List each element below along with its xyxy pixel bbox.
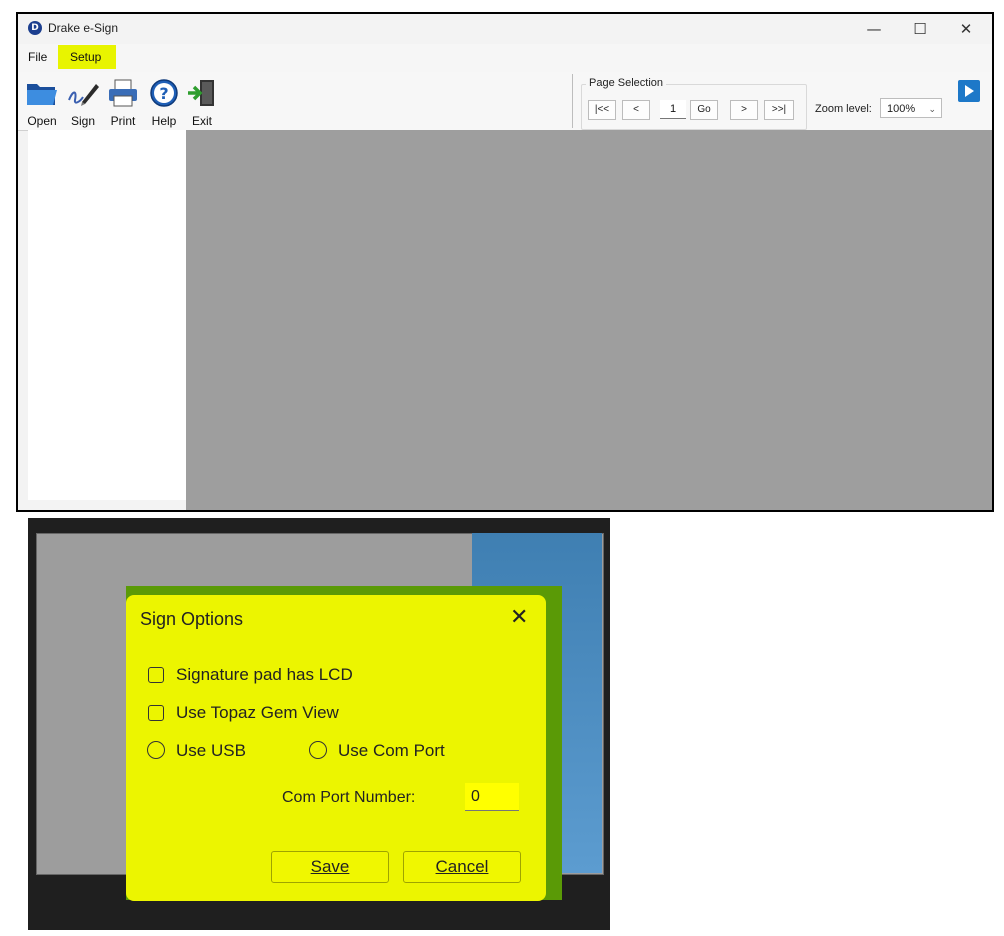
play-icon xyxy=(965,85,974,97)
zoom-level-value: 100% xyxy=(887,103,916,115)
sign-options-screenshot: Sign Options ✕ Signature pad has LCD Use… xyxy=(28,518,610,930)
exit-label: Exit xyxy=(191,114,212,128)
go-button[interactable]: Go xyxy=(690,100,718,120)
help-label: Help xyxy=(151,114,177,128)
sign-options-dialog: Sign Options ✕ Signature pad has LCD Use… xyxy=(126,595,546,901)
pen-signature-icon xyxy=(68,84,99,106)
chevron-down-icon: ⌄ xyxy=(928,104,936,114)
prev-page-button[interactable]: < xyxy=(622,100,650,120)
drake-logo-icon: D xyxy=(28,21,42,35)
save-button[interactable]: Save xyxy=(271,851,389,883)
toolbar-separator xyxy=(572,74,573,128)
toolbar: Open Sign Print ? Help Exit Page Selecti… xyxy=(18,72,992,131)
gem-view-label: Use Topaz Gem View xyxy=(176,703,339,722)
menu-file[interactable]: File xyxy=(28,50,47,64)
page-number-input[interactable]: 1 xyxy=(660,100,686,119)
zoom-level-label: Zoom level: xyxy=(815,103,872,115)
document-view-area[interactable] xyxy=(186,130,992,510)
last-page-button[interactable]: >>| xyxy=(764,100,794,120)
zoom-level-select[interactable]: 100% ⌄ xyxy=(880,98,942,118)
com-port-number-input[interactable]: 0 xyxy=(465,783,519,811)
usb-label: Use USB xyxy=(176,741,246,760)
open-label: Open xyxy=(27,114,57,128)
close-button[interactable]: ✕ xyxy=(946,18,986,40)
window-title: Drake e-Sign xyxy=(48,21,119,35)
next-page-button[interactable]: > xyxy=(730,100,758,120)
minimize-button[interactable]: — xyxy=(854,18,894,40)
com-port-radio-label: Use Com Port xyxy=(338,741,445,760)
com-port-radio[interactable] xyxy=(309,741,327,759)
gem-view-checkbox[interactable] xyxy=(148,705,164,721)
first-page-button[interactable]: |<< xyxy=(588,100,616,120)
thumbnail-pane[interactable] xyxy=(28,130,186,500)
com-port-number-label: Com Port Number: xyxy=(282,789,416,806)
usb-radio[interactable] xyxy=(147,741,165,759)
dialog-close-button[interactable]: ✕ xyxy=(510,605,528,630)
menu-bar: File Setup xyxy=(18,44,992,72)
drake-esign-window: D Drake e-Sign — ☐ ✕ File Setup Open Sig… xyxy=(16,12,994,512)
folder-icon xyxy=(27,84,57,105)
printer-icon xyxy=(109,79,137,107)
menu-setup[interactable]: Setup xyxy=(70,50,101,64)
cancel-button[interactable]: Cancel xyxy=(403,851,521,883)
svg-text:?: ? xyxy=(159,84,168,103)
exit-door-icon xyxy=(188,80,214,106)
title-bar: D Drake e-Sign — ☐ ✕ xyxy=(18,14,992,44)
lcd-checkbox[interactable] xyxy=(148,667,164,683)
lcd-label: Signature pad has LCD xyxy=(176,665,353,684)
page-selection-label: Page Selection xyxy=(586,77,666,89)
print-label: Print xyxy=(110,114,136,128)
maximize-button[interactable]: ☐ xyxy=(900,18,940,40)
next-action-button[interactable] xyxy=(958,80,980,102)
dialog-title: Sign Options xyxy=(140,609,244,629)
sign-label: Sign xyxy=(70,114,96,128)
help-icon: ? xyxy=(150,79,178,107)
